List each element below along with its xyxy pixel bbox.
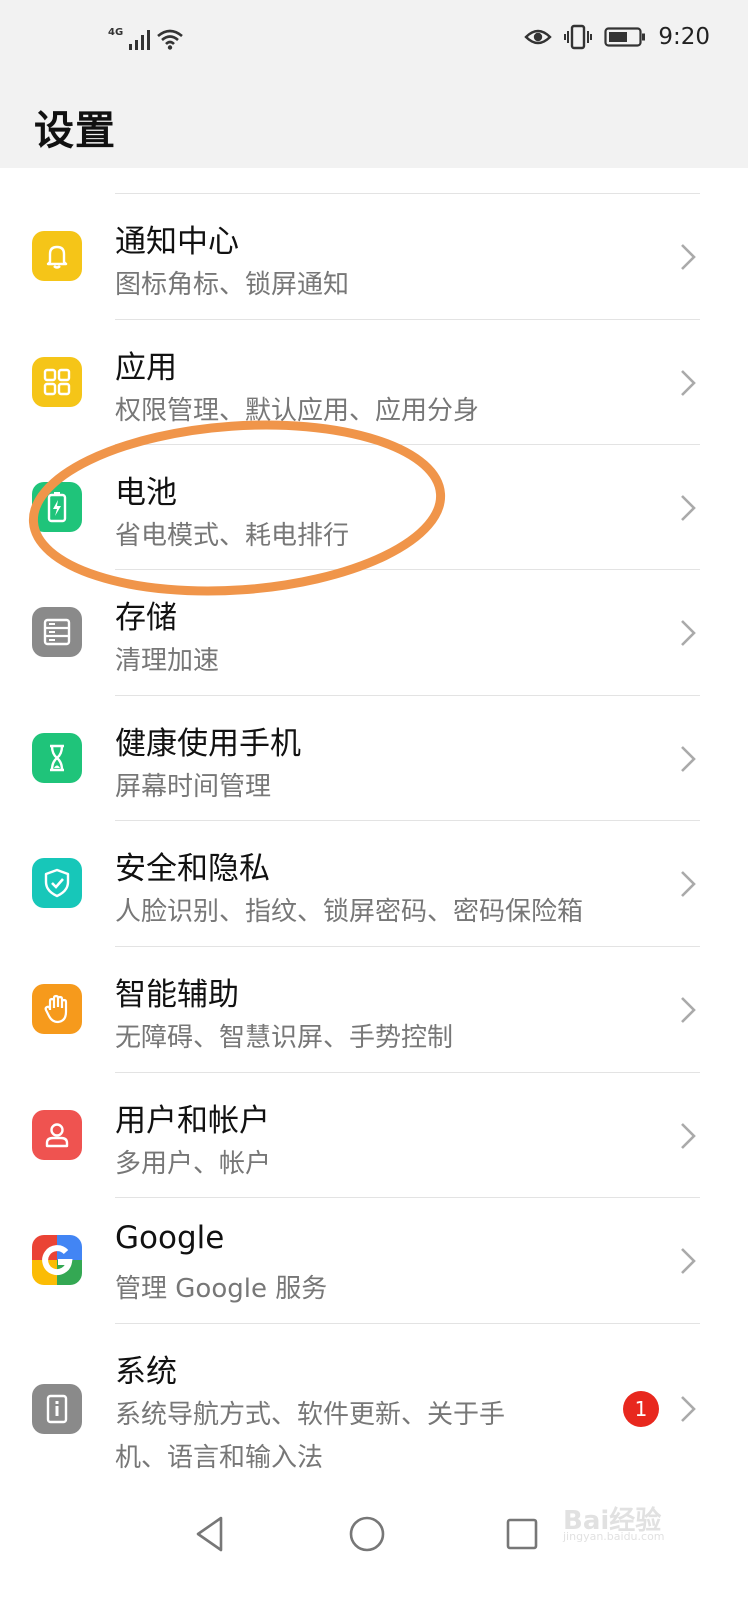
battery-charging-icon	[32, 482, 82, 532]
chevron-right-icon	[681, 370, 696, 396]
apps-grid-icon	[32, 357, 82, 407]
item-title: 用户和帐户	[115, 1103, 270, 1139]
item-title: 健康使用手机	[115, 726, 301, 762]
chevron-right-icon	[681, 997, 696, 1023]
item-title: 通知中心	[115, 224, 239, 260]
settings-item-battery[interactable]: 电池 省电模式、耗电排行	[0, 445, 748, 570]
item-title: 应用	[115, 350, 177, 386]
item-subtitle: 屏幕时间管理	[115, 772, 272, 802]
item-subtitle: 管理 Google 服务	[115, 1274, 328, 1304]
page-title: 设置	[34, 108, 116, 154]
settings-item-smart-assistance[interactable]: 智能辅助 无障碍、智慧识屏、手势控制	[0, 947, 748, 1072]
wifi-icon	[157, 29, 184, 50]
chevron-right-icon	[681, 244, 696, 270]
chevron-right-icon	[681, 620, 696, 646]
status-left: 4G	[108, 28, 184, 50]
signal-icon	[129, 28, 151, 50]
item-subtitle: 无障碍、智慧识屏、手势控制	[115, 1023, 454, 1053]
status-bar: 4G 9:20	[0, 0, 748, 82]
settings-item-security-privacy[interactable]: 安全和隐私 人脸识别、指纹、锁屏密码、密码保险箱	[0, 821, 748, 946]
recents-icon[interactable]	[497, 1509, 547, 1559]
chevron-right-icon	[681, 1248, 696, 1274]
storage-icon	[32, 607, 82, 657]
eye-comfort-icon	[524, 29, 553, 45]
hand-icon	[32, 984, 82, 1034]
settings-item-system[interactable]: 系统 系统导航方式、软件更新、关于手 机、语言和输入法 1	[0, 1324, 748, 1484]
clock: 9:20	[658, 24, 710, 50]
item-subtitle: 清理加速	[115, 646, 220, 676]
settings-item-users-accounts[interactable]: 用户和帐户 多用户、帐户	[0, 1073, 748, 1198]
back-icon[interactable]	[185, 1509, 235, 1559]
network-type: 4G	[108, 27, 124, 38]
battery-icon	[604, 27, 646, 47]
settings-item-storage[interactable]: 存储 清理加速	[0, 570, 748, 695]
item-subtitle-line-2: 机、语言和输入法	[115, 1443, 324, 1473]
item-subtitle: 权限管理、默认应用、应用分身	[115, 396, 480, 426]
vibrate-icon	[564, 24, 593, 50]
partially-hidden-item	[0, 168, 748, 194]
settings-item-google[interactable]: Google 管理 Google 服务	[0, 1198, 748, 1323]
watermark-url: jingyan.baidu.com	[563, 1530, 665, 1543]
item-subtitle: 人脸识别、指纹、锁屏密码、密码保险箱	[115, 897, 584, 927]
chevron-right-icon	[681, 1396, 696, 1422]
settings-item-apps[interactable]: 应用 权限管理、默认应用、应用分身	[0, 320, 748, 445]
item-title: 安全和隐私	[115, 851, 270, 887]
item-title: 智能辅助	[115, 977, 239, 1013]
status-right: 9:20	[524, 24, 710, 50]
item-title: 电池	[115, 475, 177, 511]
chevron-right-icon	[681, 1123, 696, 1149]
chevron-right-icon	[681, 746, 696, 772]
home-icon[interactable]	[342, 1509, 392, 1559]
update-badge: 1	[623, 1391, 659, 1427]
watermark: Bai经验 jingyan.baidu.com	[563, 1490, 713, 1543]
hourglass-icon	[32, 733, 82, 783]
item-subtitle: 省电模式、耗电排行	[115, 521, 350, 551]
item-title: 系统	[115, 1354, 177, 1390]
item-subtitle: 多用户、帐户	[115, 1149, 272, 1179]
shield-check-icon	[32, 858, 82, 908]
title-bar: 设置	[0, 82, 748, 168]
item-title: Google	[115, 1220, 225, 1256]
bell-icon	[32, 231, 82, 281]
item-subtitle-line-1: 系统导航方式、软件更新、关于手	[115, 1400, 506, 1430]
user-icon	[32, 1110, 82, 1160]
settings-item-notifications[interactable]: 通知中心 图标角标、锁屏通知	[0, 194, 748, 319]
chevron-right-icon	[681, 495, 696, 521]
item-title: 存储	[115, 600, 177, 636]
settings-item-digital-balance[interactable]: 健康使用手机 屏幕时间管理	[0, 696, 748, 821]
chevron-right-icon	[681, 871, 696, 897]
google-icon	[32, 1235, 82, 1285]
system-info-icon	[32, 1384, 82, 1434]
item-subtitle: 图标角标、锁屏通知	[115, 270, 350, 300]
